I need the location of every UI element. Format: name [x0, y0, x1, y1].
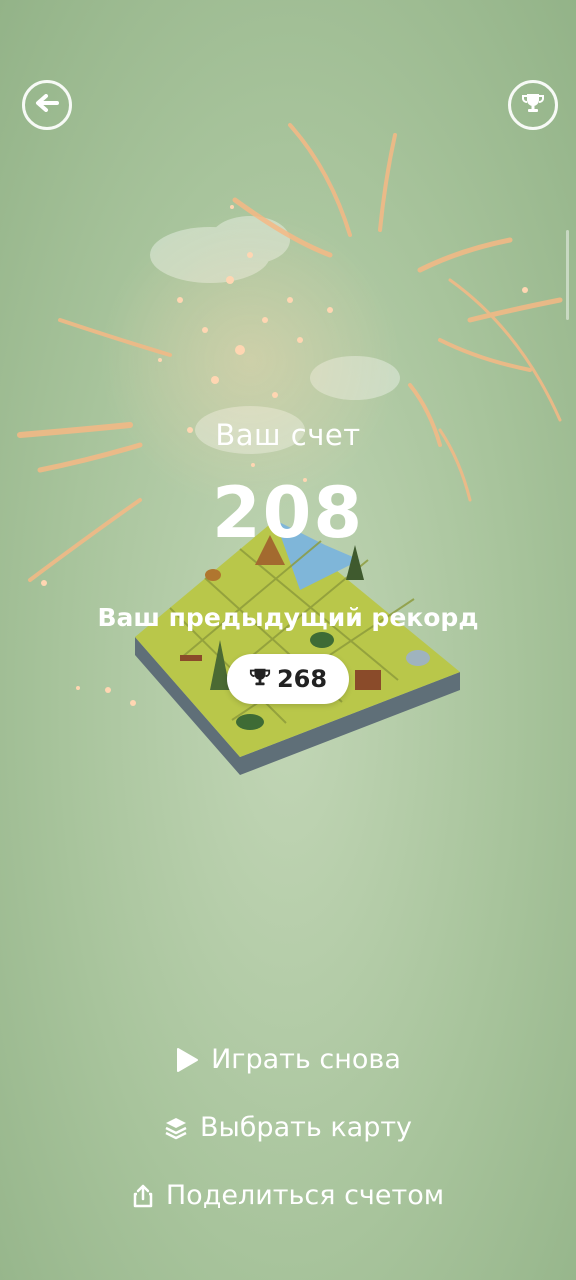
trophy-icon	[249, 666, 271, 692]
choose-map-button[interactable]: Выбрать карту	[0, 1112, 576, 1143]
game-board	[135, 520, 460, 775]
play-again-label: Играть снова	[211, 1044, 401, 1075]
score-title: Ваш счет	[215, 418, 361, 452]
leaderboard-button[interactable]	[508, 80, 558, 130]
layers-icon	[164, 1116, 188, 1140]
share-score-button[interactable]: Поделиться счетом	[0, 1180, 576, 1211]
choose-map-label: Выбрать карту	[199, 1112, 413, 1143]
share-icon	[132, 1183, 154, 1209]
trophy-icon	[521, 91, 545, 119]
previous-record-value: 268	[276, 665, 328, 693]
previous-record-label: Ваш предыдущий рекорд	[97, 603, 479, 632]
back-button[interactable]	[22, 80, 72, 130]
previous-record-badge: 268	[227, 654, 349, 704]
play-icon	[175, 1047, 199, 1073]
score-value: 208	[211, 472, 365, 554]
arrow-left-icon	[35, 94, 59, 116]
game-scene	[17, 123, 563, 775]
play-again-button[interactable]: Играть снова	[0, 1044, 576, 1075]
share-score-label: Поделиться счетом	[165, 1180, 445, 1211]
scrollbar	[566, 230, 569, 320]
